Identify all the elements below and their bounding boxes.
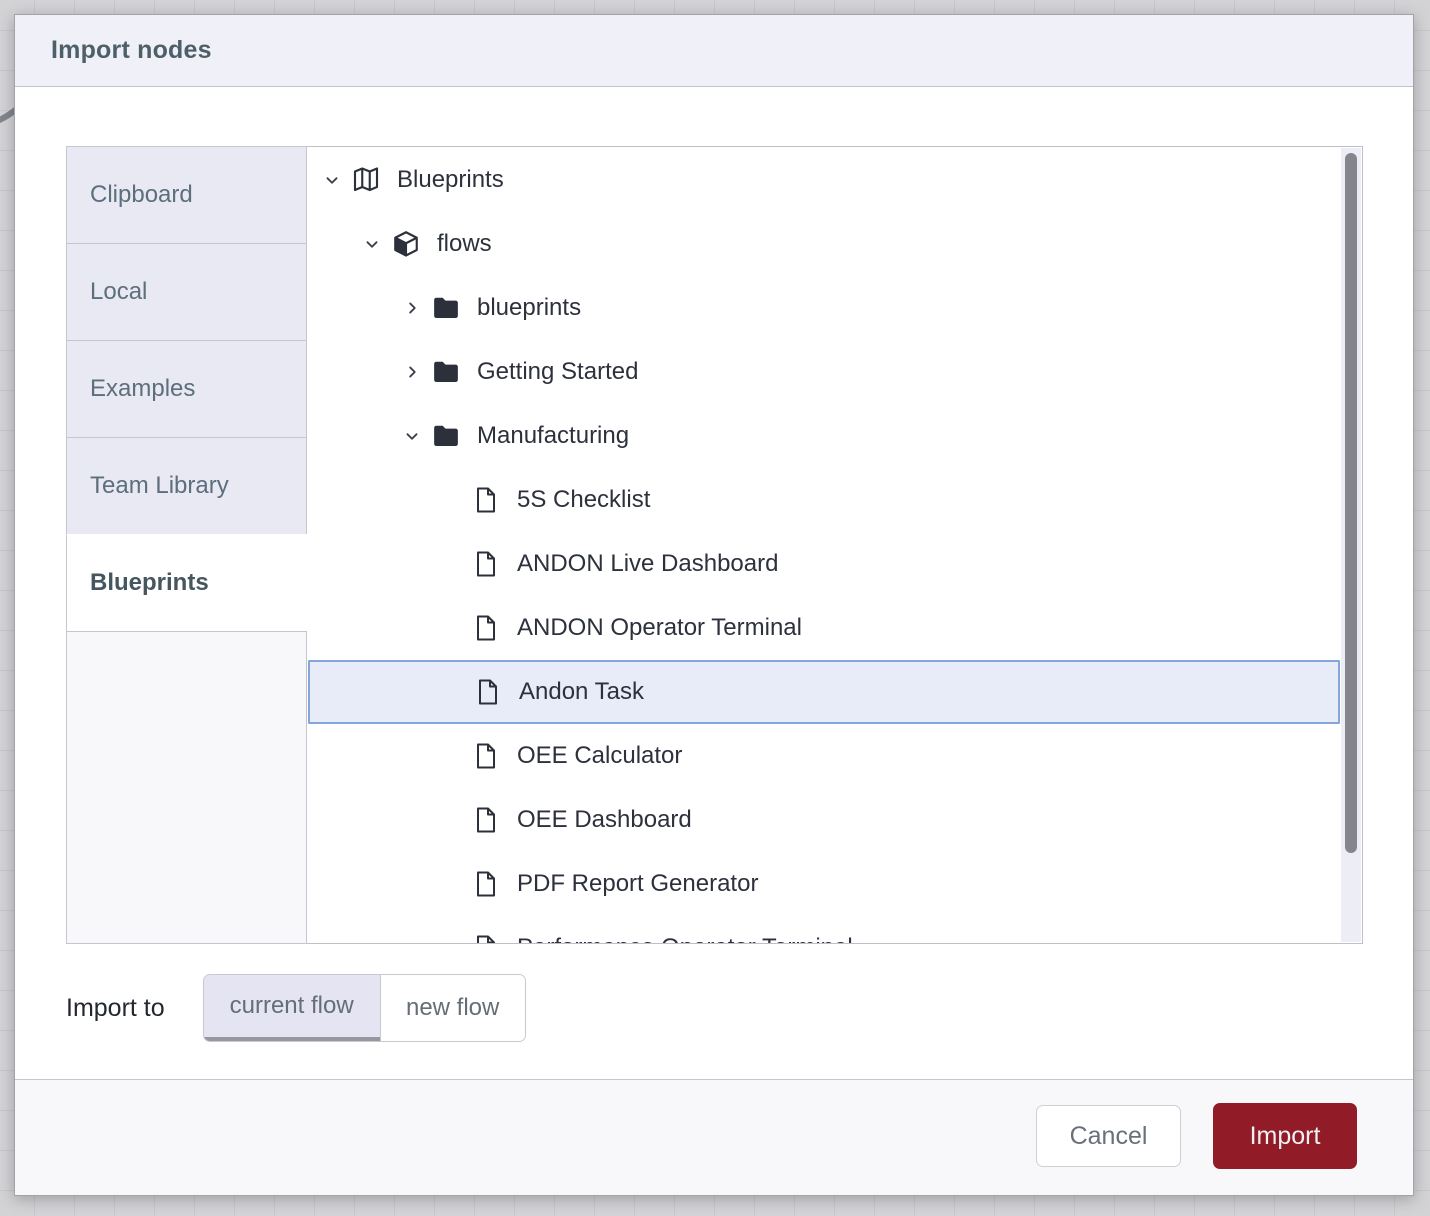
folder-icon [431, 357, 461, 387]
tree-item-oee-dashboard[interactable]: OEE Dashboard [307, 788, 1341, 852]
chevron-right-icon [401, 361, 423, 383]
folder-icon [431, 421, 461, 451]
import-target-current-flow[interactable]: current flow [204, 975, 380, 1041]
file-icon [471, 741, 501, 771]
tree-item-label: Andon Task [519, 678, 644, 706]
chevron-spacer [441, 809, 463, 831]
tree-item-oee-calculator[interactable]: OEE Calculator [307, 724, 1341, 788]
file-icon [471, 805, 501, 835]
tree-item-label: Manufacturing [477, 422, 629, 450]
chevron-down-icon[interactable] [401, 425, 423, 447]
import-target-toggle: current flownew flow [203, 974, 526, 1042]
tree-item-pdf-report-generator[interactable]: PDF Report Generator [307, 852, 1341, 916]
file-icon [471, 613, 501, 643]
file-icon [471, 933, 501, 944]
chevron-down-icon[interactable] [321, 169, 343, 191]
tree-item-label: OEE Dashboard [517, 806, 692, 834]
file-icon [471, 485, 501, 515]
tree-item-label: blueprints [477, 294, 581, 322]
file-icon [471, 613, 501, 643]
file-icon [471, 549, 501, 579]
tab-blueprints[interactable]: Blueprints [66, 534, 308, 632]
file-icon [471, 805, 501, 835]
chevron-down-icon[interactable] [361, 233, 383, 255]
chevron-right-icon [401, 297, 423, 319]
folder-icon [431, 293, 461, 323]
import-nodes-dialog: Import nodes ClipboardLocalExamplesTeam … [14, 14, 1414, 1196]
chevron-spacer [441, 873, 463, 895]
tree-item-label: 5S Checklist [517, 486, 650, 514]
file-icon [471, 869, 501, 899]
folder-icon [431, 357, 461, 387]
chevron-down-icon [321, 169, 343, 191]
tree-item-blueprints[interactable]: blueprints [307, 276, 1341, 340]
tree-item-label: flows [437, 230, 492, 258]
file-icon [471, 741, 501, 771]
tree-item-label: Performance Operator Terminal [517, 934, 853, 944]
scrollbar-track[interactable] [1341, 148, 1361, 942]
chevron-spacer [441, 553, 463, 575]
map-icon [351, 165, 381, 195]
chevron-spacer [441, 489, 463, 511]
cancel-button[interactable]: Cancel [1036, 1105, 1181, 1167]
dialog-header: Import nodes [15, 15, 1413, 87]
dialog-title: Import nodes [51, 36, 212, 65]
tab-local[interactable]: Local [66, 243, 307, 341]
tree-item-performance-operator-terminal[interactable]: Performance Operator Terminal [307, 916, 1341, 944]
import-target-new-flow[interactable]: new flow [380, 975, 525, 1041]
tree-item-label: PDF Report Generator [517, 870, 758, 898]
tree-item-andon-task[interactable]: Andon Task [308, 660, 1340, 724]
folder-icon [431, 293, 461, 323]
tree-item-label: OEE Calculator [517, 742, 682, 770]
chevron-down-icon [361, 233, 383, 255]
tree-rows: Blueprints flows blueprints Getting Started… [307, 148, 1341, 944]
tab-team-library[interactable]: Team Library [66, 437, 307, 535]
file-icon [473, 677, 503, 707]
tree-item-blueprints[interactable]: Blueprints [307, 148, 1341, 212]
tree-item-flows[interactable]: flows [307, 212, 1341, 276]
import-to-label: Import to [66, 994, 165, 1023]
tree-item-andon-live-dashboard[interactable]: ANDON Live Dashboard [307, 532, 1341, 596]
tree-item-label: ANDON Operator Terminal [517, 614, 802, 642]
chevron-spacer [441, 617, 463, 639]
cube-icon [391, 229, 421, 259]
scrollbar-thumb[interactable] [1345, 153, 1357, 853]
tree-item-5s-checklist[interactable]: 5S Checklist [307, 468, 1341, 532]
import-button[interactable]: Import [1213, 1103, 1357, 1169]
file-icon [471, 549, 501, 579]
folder-icon [431, 421, 461, 451]
file-icon [471, 933, 501, 944]
tree-item-manufacturing[interactable]: Manufacturing [307, 404, 1341, 468]
file-icon [471, 485, 501, 515]
chevron-right-icon[interactable] [401, 361, 423, 383]
tree-item-andon-operator-terminal[interactable]: ANDON Operator Terminal [307, 596, 1341, 660]
tree-item-label: Blueprints [397, 166, 504, 194]
dialog-footer: Cancel Import [15, 1079, 1413, 1195]
map-icon [351, 165, 381, 195]
file-icon [473, 677, 503, 707]
tab-list: ClipboardLocalExamplesTeam LibraryBluepr… [66, 146, 307, 944]
chevron-spacer [441, 937, 463, 944]
chevron-spacer [441, 745, 463, 767]
chevron-down-icon [401, 425, 423, 447]
cube-icon [391, 229, 421, 259]
library-tree-panel: Blueprints flows blueprints Getting Started… [306, 146, 1363, 944]
tree-item-label: Getting Started [477, 358, 638, 386]
chevron-right-icon[interactable] [401, 297, 423, 319]
tree-item-getting-started[interactable]: Getting Started [307, 340, 1341, 404]
tab-examples[interactable]: Examples [66, 340, 307, 438]
tree-item-label: ANDON Live Dashboard [517, 550, 778, 578]
import-to-row: Import to current flownew flow [66, 974, 526, 1042]
chevron-spacer [443, 681, 465, 703]
file-icon [471, 869, 501, 899]
tab-column-filler [66, 631, 307, 944]
tab-clipboard[interactable]: Clipboard [66, 146, 307, 244]
